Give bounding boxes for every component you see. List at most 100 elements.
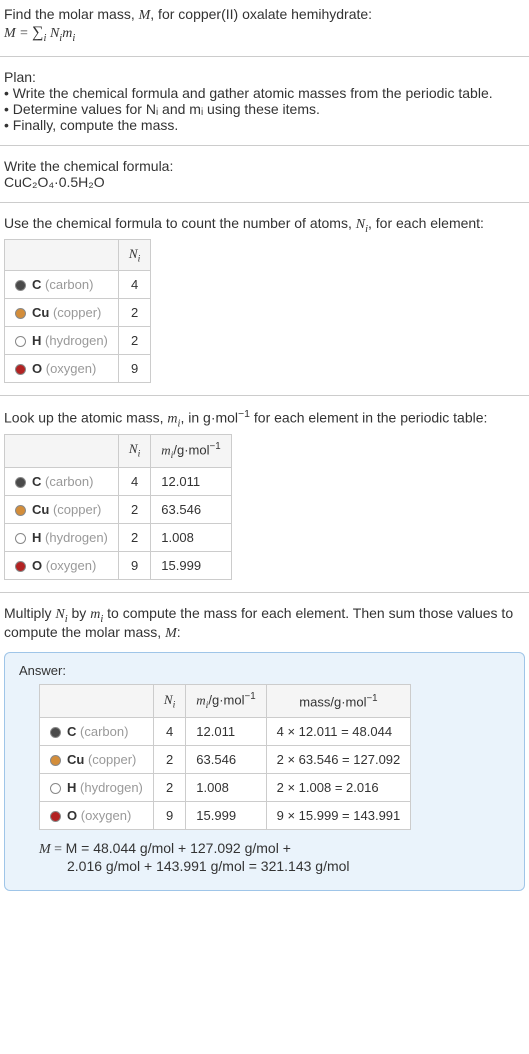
mass-cell: 2 × 63.546 = 127.092 (266, 746, 411, 774)
element-cell: H (hydrogen) (5, 523, 119, 551)
count-title: Use the chemical formula to count the nu… (4, 215, 525, 235)
n-cell: 2 (118, 523, 150, 551)
mass-cell: 4 × 12.011 = 48.044 (266, 718, 411, 746)
n-cell: 9 (153, 802, 185, 830)
m-cell: 1.008 (151, 523, 231, 551)
table-row: Cu (copper) 2 63.546 2 × 63.546 = 127.09… (40, 746, 411, 774)
table-row: Cu (copper) 2 63.546 (5, 495, 232, 523)
formula-title: Write the chemical formula: (4, 158, 525, 174)
table-header-mi: mi/g·mol−1 (151, 434, 231, 467)
mass-table: Ni mi/g·mol−1 C (carbon) 4 12.011 Cu (co… (4, 434, 232, 580)
m-cell: 1.008 (186, 774, 266, 802)
formula-section: Write the chemical formula: CuC₂O₄·0.5H₂… (0, 152, 529, 196)
element-dot-icon (15, 280, 26, 291)
divider (0, 56, 529, 57)
n-cell: 9 (118, 551, 150, 579)
table-row: C (carbon) 4 12.011 4 × 12.011 = 48.044 (40, 718, 411, 746)
table-row: C (carbon) 4 12.011 (5, 467, 232, 495)
m-cell: 15.999 (186, 802, 266, 830)
m-cell: 15.999 (151, 551, 231, 579)
table-row: Cu (copper) 2 (5, 299, 151, 327)
table-header-ni: Ni (118, 434, 150, 467)
element-cell: Cu (copper) (5, 299, 119, 327)
element-dot-icon (50, 755, 61, 766)
table-header-row: Ni mi/g·mol−1 (5, 434, 232, 467)
answer-label: Answer: (19, 663, 510, 678)
table-header-empty (5, 434, 119, 467)
plan-title: Plan: (4, 69, 525, 85)
n-cell: 2 (118, 299, 150, 327)
n-cell: 9 (118, 355, 150, 383)
table-header-empty (40, 685, 154, 718)
intro-line1b: , for copper(II) oxalate hemihydrate: (150, 6, 372, 22)
answer-table: Ni mi/g·mol−1 mass/g·mol−1 C (carbon) 4 … (39, 684, 411, 830)
table-header-ni: Ni (153, 685, 185, 718)
element-dot-icon (15, 364, 26, 375)
table-row: H (hydrogen) 2 1.008 2 × 1.008 = 2.016 (40, 774, 411, 802)
intro-line1a: Find the molar mass, (4, 6, 139, 22)
element-dot-icon (15, 533, 26, 544)
plan-list: • Write the chemical formula and gather … (4, 85, 525, 133)
n-cell: 4 (118, 271, 150, 299)
element-cell: O (oxygen) (40, 802, 154, 830)
n-cell: 4 (118, 467, 150, 495)
table-row: O (oxygen) 9 (5, 355, 151, 383)
element-dot-icon (15, 336, 26, 347)
mass-section: Look up the atomic mass, mi, in g·mol−1 … (0, 402, 529, 585)
m-cell: 63.546 (151, 495, 231, 523)
element-cell: H (hydrogen) (5, 327, 119, 355)
chemical-formula: CuC₂O₄·0.5H₂O (4, 174, 525, 190)
table-header-row: Ni (5, 239, 151, 271)
plan-section: Plan: • Write the chemical formula and g… (0, 63, 529, 139)
n-cell: 4 (153, 718, 185, 746)
plan-item: • Determine values for Nᵢ and mᵢ using t… (4, 101, 525, 117)
table-header-mi: mi/g·mol−1 (186, 685, 266, 718)
element-cell: C (carbon) (40, 718, 154, 746)
table-header-ni: Ni (118, 239, 150, 271)
count-table: Ni C (carbon) 4 Cu (copper) 2 H (hydroge… (4, 239, 151, 384)
element-cell: H (hydrogen) (40, 774, 154, 802)
table-row: H (hydrogen) 2 (5, 327, 151, 355)
plan-item: • Finally, compute the mass. (4, 117, 525, 133)
table-row: O (oxygen) 9 15.999 (5, 551, 232, 579)
element-dot-icon (15, 561, 26, 572)
element-cell: O (oxygen) (5, 551, 119, 579)
element-cell: Cu (copper) (40, 746, 154, 774)
table-header-row: Ni mi/g·mol−1 mass/g·mol−1 (40, 685, 411, 718)
table-row: C (carbon) 4 (5, 271, 151, 299)
table-row: H (hydrogen) 2 1.008 (5, 523, 232, 551)
intro-equation: M = ∑i Nimi (4, 24, 525, 44)
table-header-empty (5, 239, 119, 271)
table-row: O (oxygen) 9 15.999 9 × 15.999 = 143.991 (40, 802, 411, 830)
divider (0, 592, 529, 593)
element-dot-icon (15, 477, 26, 488)
divider (0, 145, 529, 146)
element-cell: Cu (copper) (5, 495, 119, 523)
n-cell: 2 (118, 327, 150, 355)
divider (0, 202, 529, 203)
element-dot-icon (15, 505, 26, 516)
count-section: Use the chemical formula to count the nu… (0, 209, 529, 389)
mass-cell: 2 × 1.008 = 2.016 (266, 774, 411, 802)
element-dot-icon (15, 308, 26, 319)
element-dot-icon (50, 727, 61, 738)
final-equation: M = M = 48.044 g/mol + 127.092 g/mol + 2… (39, 840, 510, 876)
m-cell: 63.546 (186, 746, 266, 774)
element-dot-icon (50, 811, 61, 822)
mass-cell: 9 × 15.999 = 143.991 (266, 802, 411, 830)
answer-box: Answer: Ni mi/g·mol−1 mass/g·mol−1 C (ca… (4, 652, 525, 891)
plan-item: • Write the chemical formula and gather … (4, 85, 525, 101)
n-cell: 2 (153, 774, 185, 802)
element-cell: C (carbon) (5, 271, 119, 299)
m-cell: 12.011 (186, 718, 266, 746)
m-cell: 12.011 (151, 467, 231, 495)
n-cell: 2 (118, 495, 150, 523)
divider (0, 395, 529, 396)
element-dot-icon (50, 783, 61, 794)
multiply-section: Multiply Ni by mi to compute the mass fo… (0, 599, 529, 649)
intro-section: Find the molar mass, M, for copper(II) o… (0, 0, 529, 50)
table-header-mass: mass/g·mol−1 (266, 685, 411, 718)
element-cell: O (oxygen) (5, 355, 119, 383)
n-cell: 2 (153, 746, 185, 774)
intro-text: Find the molar mass, M, for copper(II) o… (4, 6, 525, 24)
